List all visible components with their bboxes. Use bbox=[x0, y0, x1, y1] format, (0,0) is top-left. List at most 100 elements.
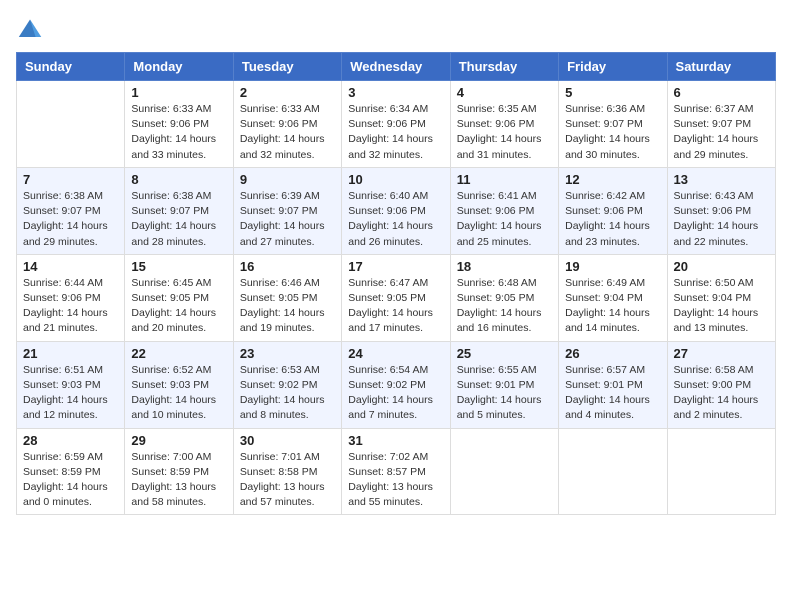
day-info: Sunrise: 6:52 AM Sunset: 9:03 PM Dayligh… bbox=[131, 363, 226, 424]
daylight-text: Daylight: 14 hours and 16 minutes. bbox=[457, 307, 542, 334]
day-number: 8 bbox=[131, 172, 226, 187]
daylight-text: Daylight: 14 hours and 17 minutes. bbox=[348, 307, 433, 334]
sunrise-text: Sunrise: 6:57 AM bbox=[565, 364, 645, 376]
daylight-text: Daylight: 14 hours and 12 minutes. bbox=[23, 394, 108, 421]
day-info: Sunrise: 7:02 AM Sunset: 8:57 PM Dayligh… bbox=[348, 450, 443, 511]
calendar-day-cell: 2 Sunrise: 6:33 AM Sunset: 9:06 PM Dayli… bbox=[233, 81, 341, 168]
day-info: Sunrise: 6:40 AM Sunset: 9:06 PM Dayligh… bbox=[348, 189, 443, 250]
logo bbox=[16, 16, 48, 44]
calendar-day-cell: 31 Sunrise: 7:02 AM Sunset: 8:57 PM Dayl… bbox=[342, 428, 450, 515]
day-number: 25 bbox=[457, 346, 552, 361]
sunrise-text: Sunrise: 7:02 AM bbox=[348, 451, 428, 463]
sunset-text: Sunset: 9:06 PM bbox=[348, 205, 426, 217]
daylight-text: Daylight: 14 hours and 23 minutes. bbox=[565, 220, 650, 247]
day-of-week-header: Wednesday bbox=[342, 53, 450, 81]
sunset-text: Sunset: 9:04 PM bbox=[565, 292, 643, 304]
calendar-day-cell: 12 Sunrise: 6:42 AM Sunset: 9:06 PM Dayl… bbox=[559, 167, 667, 254]
sunrise-text: Sunrise: 6:50 AM bbox=[674, 277, 754, 289]
sunrise-text: Sunrise: 7:01 AM bbox=[240, 451, 320, 463]
day-of-week-header: Thursday bbox=[450, 53, 558, 81]
day-info: Sunrise: 6:48 AM Sunset: 9:05 PM Dayligh… bbox=[457, 276, 552, 337]
day-number: 9 bbox=[240, 172, 335, 187]
daylight-text: Daylight: 14 hours and 8 minutes. bbox=[240, 394, 325, 421]
day-number: 16 bbox=[240, 259, 335, 274]
day-number: 13 bbox=[674, 172, 769, 187]
sunrise-text: Sunrise: 6:48 AM bbox=[457, 277, 537, 289]
day-number: 18 bbox=[457, 259, 552, 274]
calendar-day-cell: 30 Sunrise: 7:01 AM Sunset: 8:58 PM Dayl… bbox=[233, 428, 341, 515]
day-number: 1 bbox=[131, 85, 226, 100]
sunset-text: Sunset: 8:58 PM bbox=[240, 466, 318, 478]
sunrise-text: Sunrise: 6:51 AM bbox=[23, 364, 103, 376]
sunset-text: Sunset: 9:07 PM bbox=[23, 205, 101, 217]
daylight-text: Daylight: 14 hours and 29 minutes. bbox=[674, 133, 759, 160]
day-info: Sunrise: 6:58 AM Sunset: 9:00 PM Dayligh… bbox=[674, 363, 769, 424]
calendar-day-cell: 6 Sunrise: 6:37 AM Sunset: 9:07 PM Dayli… bbox=[667, 81, 775, 168]
daylight-text: Daylight: 14 hours and 0 minutes. bbox=[23, 481, 108, 508]
daylight-text: Daylight: 14 hours and 2 minutes. bbox=[674, 394, 759, 421]
day-info: Sunrise: 6:38 AM Sunset: 9:07 PM Dayligh… bbox=[23, 189, 118, 250]
sunrise-text: Sunrise: 6:52 AM bbox=[131, 364, 211, 376]
daylight-text: Daylight: 14 hours and 14 minutes. bbox=[565, 307, 650, 334]
day-number: 26 bbox=[565, 346, 660, 361]
day-info: Sunrise: 6:47 AM Sunset: 9:05 PM Dayligh… bbox=[348, 276, 443, 337]
calendar-day-cell: 20 Sunrise: 6:50 AM Sunset: 9:04 PM Dayl… bbox=[667, 254, 775, 341]
calendar-day-cell: 27 Sunrise: 6:58 AM Sunset: 9:00 PM Dayl… bbox=[667, 341, 775, 428]
sunset-text: Sunset: 9:05 PM bbox=[348, 292, 426, 304]
sunrise-text: Sunrise: 6:58 AM bbox=[674, 364, 754, 376]
sunset-text: Sunset: 9:07 PM bbox=[240, 205, 318, 217]
sunset-text: Sunset: 9:03 PM bbox=[23, 379, 101, 391]
day-info: Sunrise: 6:49 AM Sunset: 9:04 PM Dayligh… bbox=[565, 276, 660, 337]
calendar-day-cell: 10 Sunrise: 6:40 AM Sunset: 9:06 PM Dayl… bbox=[342, 167, 450, 254]
calendar-day-cell: 24 Sunrise: 6:54 AM Sunset: 9:02 PM Dayl… bbox=[342, 341, 450, 428]
daylight-text: Daylight: 14 hours and 32 minutes. bbox=[240, 133, 325, 160]
sunset-text: Sunset: 9:01 PM bbox=[457, 379, 535, 391]
sunset-text: Sunset: 9:05 PM bbox=[131, 292, 209, 304]
day-number: 12 bbox=[565, 172, 660, 187]
sunset-text: Sunset: 9:06 PM bbox=[348, 118, 426, 130]
sunrise-text: Sunrise: 6:38 AM bbox=[131, 190, 211, 202]
day-number: 4 bbox=[457, 85, 552, 100]
day-info: Sunrise: 6:50 AM Sunset: 9:04 PM Dayligh… bbox=[674, 276, 769, 337]
day-number: 2 bbox=[240, 85, 335, 100]
logo-icon bbox=[16, 16, 44, 44]
daylight-text: Daylight: 14 hours and 4 minutes. bbox=[565, 394, 650, 421]
sunset-text: Sunset: 9:05 PM bbox=[457, 292, 535, 304]
day-info: Sunrise: 6:45 AM Sunset: 9:05 PM Dayligh… bbox=[131, 276, 226, 337]
day-info: Sunrise: 6:35 AM Sunset: 9:06 PM Dayligh… bbox=[457, 102, 552, 163]
day-info: Sunrise: 6:38 AM Sunset: 9:07 PM Dayligh… bbox=[131, 189, 226, 250]
sunrise-text: Sunrise: 6:47 AM bbox=[348, 277, 428, 289]
day-of-week-header: Saturday bbox=[667, 53, 775, 81]
sunrise-text: Sunrise: 6:37 AM bbox=[674, 103, 754, 115]
day-number: 28 bbox=[23, 433, 118, 448]
sunrise-text: Sunrise: 6:46 AM bbox=[240, 277, 320, 289]
day-info: Sunrise: 6:53 AM Sunset: 9:02 PM Dayligh… bbox=[240, 363, 335, 424]
day-info: Sunrise: 6:41 AM Sunset: 9:06 PM Dayligh… bbox=[457, 189, 552, 250]
daylight-text: Daylight: 14 hours and 10 minutes. bbox=[131, 394, 216, 421]
calendar-day-cell: 22 Sunrise: 6:52 AM Sunset: 9:03 PM Dayl… bbox=[125, 341, 233, 428]
day-info: Sunrise: 6:46 AM Sunset: 9:05 PM Dayligh… bbox=[240, 276, 335, 337]
sunset-text: Sunset: 9:07 PM bbox=[131, 205, 209, 217]
sunrise-text: Sunrise: 6:35 AM bbox=[457, 103, 537, 115]
calendar-day-cell: 11 Sunrise: 6:41 AM Sunset: 9:06 PM Dayl… bbox=[450, 167, 558, 254]
daylight-text: Daylight: 14 hours and 20 minutes. bbox=[131, 307, 216, 334]
sunrise-text: Sunrise: 6:40 AM bbox=[348, 190, 428, 202]
daylight-text: Daylight: 14 hours and 29 minutes. bbox=[23, 220, 108, 247]
daylight-text: Daylight: 14 hours and 30 minutes. bbox=[565, 133, 650, 160]
calendar-week-row: 7 Sunrise: 6:38 AM Sunset: 9:07 PM Dayli… bbox=[17, 167, 776, 254]
daylight-text: Daylight: 13 hours and 57 minutes. bbox=[240, 481, 325, 508]
sunset-text: Sunset: 9:06 PM bbox=[457, 205, 535, 217]
sunrise-text: Sunrise: 6:34 AM bbox=[348, 103, 428, 115]
day-number: 6 bbox=[674, 85, 769, 100]
day-number: 31 bbox=[348, 433, 443, 448]
daylight-text: Daylight: 14 hours and 26 minutes. bbox=[348, 220, 433, 247]
sunset-text: Sunset: 9:04 PM bbox=[674, 292, 752, 304]
daylight-text: Daylight: 14 hours and 13 minutes. bbox=[674, 307, 759, 334]
calendar-day-cell: 28 Sunrise: 6:59 AM Sunset: 8:59 PM Dayl… bbox=[17, 428, 125, 515]
calendar-day-cell: 13 Sunrise: 6:43 AM Sunset: 9:06 PM Dayl… bbox=[667, 167, 775, 254]
day-info: Sunrise: 7:00 AM Sunset: 8:59 PM Dayligh… bbox=[131, 450, 226, 511]
sunrise-text: Sunrise: 6:33 AM bbox=[240, 103, 320, 115]
sunset-text: Sunset: 9:00 PM bbox=[674, 379, 752, 391]
daylight-text: Daylight: 14 hours and 19 minutes. bbox=[240, 307, 325, 334]
daylight-text: Daylight: 13 hours and 58 minutes. bbox=[131, 481, 216, 508]
